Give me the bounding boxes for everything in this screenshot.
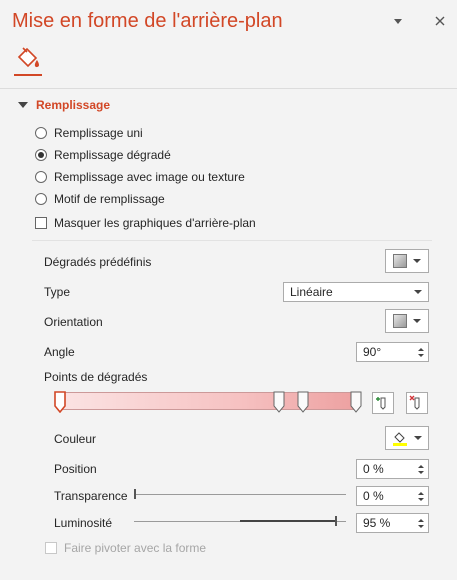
angle-label: Angle <box>44 345 75 359</box>
radio-gradient-fill[interactable]: Remplissage dégradé <box>35 148 171 162</box>
orientation-label: Orientation <box>44 315 103 329</box>
radio-label: Remplissage uni <box>54 126 143 140</box>
radio-button[interactable] <box>35 127 47 139</box>
spin-up-icon[interactable] <box>418 464 424 468</box>
gradient-stop[interactable] <box>350 391 362 413</box>
spin-down-icon[interactable] <box>418 524 424 528</box>
slider-track <box>134 494 346 495</box>
slider-fill <box>240 520 336 522</box>
transparency-slider[interactable] <box>134 489 346 504</box>
type-label: Type <box>44 285 71 299</box>
radio-solid-fill[interactable]: Remplissage uni <box>35 126 143 140</box>
close-icon <box>435 16 445 26</box>
color-picker-button[interactable] <box>385 426 429 450</box>
checkbox-label: Faire pivoter avec la forme <box>64 541 207 555</box>
gradient-stop[interactable] <box>297 391 309 413</box>
angle-value: 90° <box>363 345 382 359</box>
gradient-stops-label: Points de dégradés <box>44 370 148 384</box>
caret-down-icon <box>414 436 422 440</box>
transparency-value: 0 % <box>363 489 384 503</box>
caret-down-icon <box>414 290 422 294</box>
hide-background-graphics-option[interactable]: Masquer les graphiques d'arrière-plan <box>35 216 256 230</box>
radio-button[interactable] <box>35 193 47 205</box>
header-divider <box>0 88 457 89</box>
section-divider <box>32 240 432 241</box>
add-gradient-stop-button[interactable] <box>372 392 394 414</box>
fill-section-header[interactable]: Remplissage <box>18 98 110 112</box>
transparency-spinner[interactable]: 0 % <box>356 486 429 506</box>
fill-line-tab[interactable] <box>14 44 42 72</box>
gradient-swatch-icon <box>393 254 407 268</box>
position-label: Position <box>54 462 97 476</box>
brightness-value: 95 % <box>363 516 391 530</box>
brightness-slider[interactable] <box>134 516 346 531</box>
close-button[interactable] <box>429 10 451 32</box>
orientation-button[interactable] <box>385 309 429 333</box>
color-label: Couleur <box>54 432 97 446</box>
position-value: 0 % <box>363 462 384 476</box>
active-tab-indicator <box>14 74 42 76</box>
slider-thumb[interactable] <box>134 489 136 499</box>
spin-down-icon[interactable] <box>418 470 424 474</box>
radio-label: Motif de remplissage <box>54 192 165 206</box>
checkbox[interactable] <box>35 217 47 229</box>
radio-pattern-fill[interactable]: Motif de remplissage <box>35 192 165 206</box>
remove-gradient-stop-icon <box>409 395 420 410</box>
checkbox-label: Masquer les graphiques d'arrière-plan <box>54 216 256 230</box>
section-title: Remplissage <box>36 98 111 112</box>
angle-spinner[interactable]: 90° <box>356 342 429 362</box>
radio-button[interactable] <box>35 149 47 161</box>
pane-options-button[interactable] <box>387 10 409 32</box>
radio-label: Remplissage dégradé <box>54 148 171 162</box>
preset-gradients-label: Dégradés prédéfinis <box>44 255 152 269</box>
chevron-down-icon <box>394 18 402 24</box>
paint-bucket-icon <box>393 432 407 446</box>
spin-down-icon[interactable] <box>418 497 424 501</box>
spin-up-icon[interactable] <box>418 491 424 495</box>
brightness-spinner[interactable]: 95 % <box>356 513 429 533</box>
radio-label: Remplissage avec image ou texture <box>54 170 245 184</box>
gradient-bar[interactable] <box>60 392 356 410</box>
brightness-label: Luminosité <box>54 516 113 530</box>
radio-picture-fill[interactable]: Remplissage avec image ou texture <box>35 170 245 184</box>
add-gradient-stop-icon <box>376 397 386 410</box>
type-select[interactable]: Linéaire <box>283 282 429 302</box>
spin-up-icon[interactable] <box>418 518 424 522</box>
gradient-stop[interactable] <box>54 391 66 414</box>
radio-button[interactable] <box>35 171 47 183</box>
transparency-label: Transparence <box>54 489 128 503</box>
caret-down-icon <box>413 259 421 263</box>
pane-title: Mise en forme de l'arrière-plan <box>12 10 283 32</box>
position-spinner[interactable]: 0 % <box>356 459 429 479</box>
caret-down-icon <box>413 319 421 323</box>
remove-gradient-stop-button[interactable] <box>406 392 428 414</box>
gradient-stop[interactable] <box>273 391 285 413</box>
spin-down-icon[interactable] <box>418 353 424 357</box>
orientation-swatch-icon <box>393 314 407 328</box>
rotate-with-shape-option[interactable]: Faire pivoter avec la forme <box>45 541 206 555</box>
collapse-triangle-icon <box>18 102 28 108</box>
spin-up-icon[interactable] <box>418 347 424 351</box>
preset-gradients-button[interactable] <box>385 249 429 273</box>
type-value: Linéaire <box>290 285 333 299</box>
fill-bucket-icon <box>17 47 39 68</box>
slider-thumb[interactable] <box>335 516 338 526</box>
checkbox[interactable] <box>45 542 57 554</box>
